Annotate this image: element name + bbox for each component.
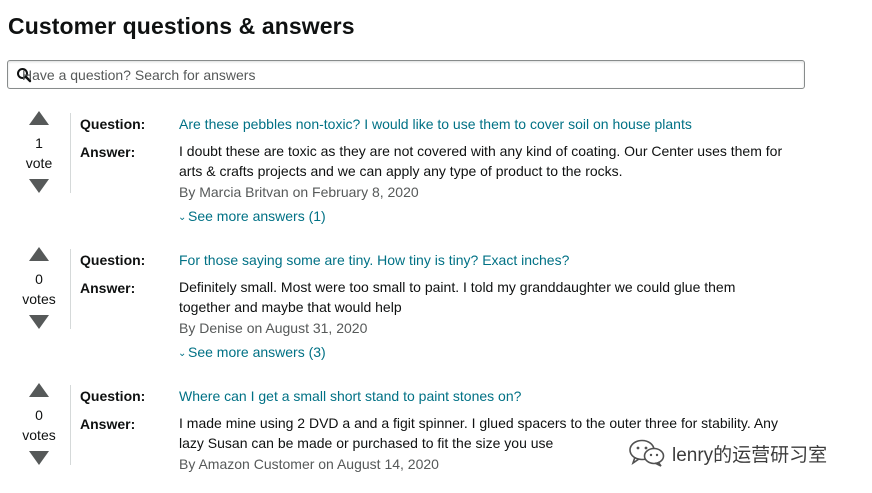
question-label: Question: bbox=[80, 252, 146, 268]
answer-line: I made mine using 2 DVD a and a figit sp… bbox=[179, 415, 778, 431]
vote-widget: 1 vote bbox=[19, 111, 59, 193]
answer-byline: By Amazon Customer on August 14, 2020 bbox=[179, 456, 439, 472]
vote-count: 1 bbox=[35, 135, 43, 151]
downvote-triangle-down-icon[interactable] bbox=[29, 451, 49, 465]
vote-count: 0 bbox=[35, 407, 43, 423]
answer-label: Answer: bbox=[80, 416, 136, 432]
vote-label: votes bbox=[22, 427, 56, 443]
page-title: Customer questions & answers bbox=[8, 13, 355, 39]
answer-line: I doubt these are toxic as they are not … bbox=[179, 143, 783, 159]
answer-byline: By Denise on August 31, 2020 bbox=[179, 320, 368, 336]
question-link[interactable]: For those saying some are tiny. How tiny… bbox=[179, 252, 569, 268]
question-label: Question: bbox=[80, 116, 146, 132]
downvote-triangle-down-icon[interactable] bbox=[29, 315, 49, 329]
chevron-down-icon: ⌄ bbox=[178, 348, 187, 359]
wechat-icon bbox=[629, 439, 665, 467]
search-input[interactable] bbox=[22, 64, 782, 86]
upvote-triangle-up-icon[interactable] bbox=[29, 383, 49, 397]
downvote-triangle-down-icon[interactable] bbox=[29, 179, 49, 193]
answer-label: Answer: bbox=[80, 280, 136, 296]
question-label: Question: bbox=[80, 388, 146, 404]
divider bbox=[70, 113, 71, 193]
see-more-label: See more answers (3) bbox=[188, 344, 326, 360]
upvote-triangle-up-icon[interactable] bbox=[29, 111, 49, 125]
answer-line: arts & crafts projects and we can apply … bbox=[179, 163, 623, 179]
watermark: lenry的运营研习室 bbox=[628, 436, 827, 470]
vote-count: 0 bbox=[35, 271, 43, 287]
answer-line: Definitely small. Most were too small to… bbox=[179, 279, 736, 295]
answer-byline: By Marcia Britvan on February 8, 2020 bbox=[179, 184, 419, 200]
vote-widget: 0 votes bbox=[19, 247, 59, 329]
chevron-down-icon: ⌄ bbox=[178, 212, 187, 223]
answer-label: Answer: bbox=[80, 144, 136, 160]
see-more-label: See more answers (1) bbox=[188, 208, 326, 224]
watermark-text: lenry的运营研习室 bbox=[672, 444, 828, 466]
answer-text: Definitely small. Most were too small to… bbox=[179, 277, 809, 317]
see-more-answers-link[interactable]: ⌄ See more answers (1) bbox=[178, 208, 326, 224]
answer-text: I doubt these are toxic as they are not … bbox=[179, 141, 809, 181]
divider bbox=[70, 249, 71, 329]
vote-widget: 0 votes bbox=[19, 383, 59, 465]
question-link[interactable]: Are these pebbles non-toxic? I would lik… bbox=[179, 116, 692, 132]
see-more-answers-link[interactable]: ⌄ See more answers (3) bbox=[178, 344, 326, 360]
upvote-triangle-up-icon[interactable] bbox=[29, 247, 49, 261]
vote-label: vote bbox=[25, 155, 53, 171]
vote-label: votes bbox=[22, 291, 56, 307]
question-link[interactable]: Where can I get a small short stand to p… bbox=[179, 388, 521, 404]
divider bbox=[70, 385, 71, 465]
search-box[interactable] bbox=[7, 60, 805, 89]
answer-line: together and maybe that would help bbox=[179, 299, 402, 315]
